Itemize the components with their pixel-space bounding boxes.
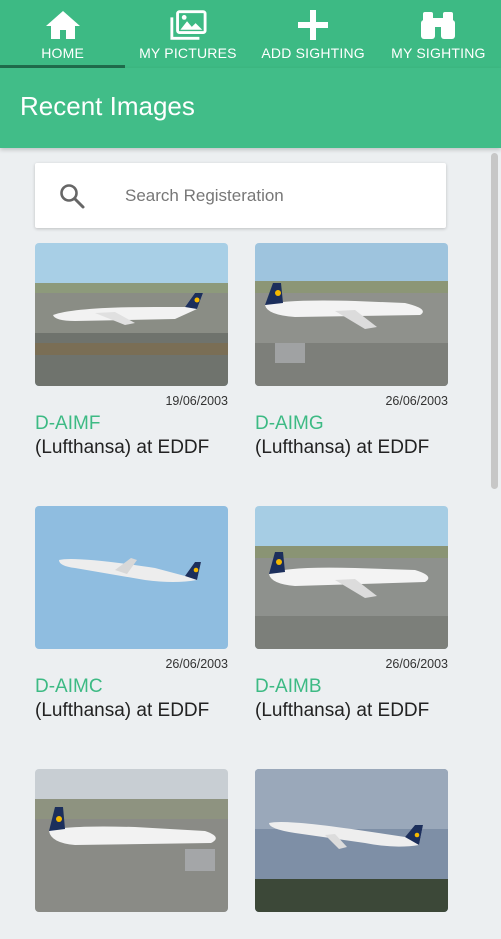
- aircraft-photo[interactable]: [35, 243, 228, 386]
- nav-home[interactable]: HOME: [0, 0, 126, 68]
- aircraft-photo[interactable]: [35, 506, 228, 649]
- registration-link[interactable]: D-AIMB: [255, 676, 448, 698]
- image-description: (Lufthansa) at EDDF: [35, 437, 210, 458]
- image-date: [35, 920, 228, 935]
- nav-my-pictures-label: MY PICTURES: [139, 45, 237, 61]
- image-date: [255, 920, 448, 935]
- nav-my-sighting-label: MY SIGHTING: [391, 45, 486, 61]
- image-date: 26/06/2003: [385, 394, 448, 408]
- page-title: Recent Images: [20, 91, 195, 121]
- title-bar: Recent Images: [0, 68, 501, 148]
- image-card[interactable]: 26/06/2003 D-AIMB (Lufthansa) at EDDF: [255, 506, 448, 723]
- aircraft-photo[interactable]: [255, 506, 448, 649]
- plus-icon: [294, 9, 332, 41]
- registration-link[interactable]: D-AIMG: [255, 413, 448, 435]
- image-date: 19/06/2003: [165, 394, 228, 408]
- aircraft-photo[interactable]: [35, 769, 228, 912]
- aircraft-photo[interactable]: [255, 769, 448, 912]
- home-icon: [44, 9, 82, 41]
- search-icon: [60, 184, 85, 209]
- registration-link[interactable]: D-AIMC: [35, 676, 228, 698]
- nav-home-label: HOME: [41, 45, 85, 61]
- image-description: (Lufthansa) at EDDF: [255, 437, 430, 458]
- nav-add-sighting[interactable]: ADD SIGHTING: [251, 0, 376, 68]
- top-navigation: HOME MY PICTURES ADD SIGHTING MY SIGHTIN…: [0, 0, 501, 68]
- nav-add-sighting-label: ADD SIGHTING: [261, 45, 365, 61]
- image-card[interactable]: [255, 769, 448, 939]
- image-card[interactable]: 19/06/2003 D-AIMF (Lufthansa) at EDDF: [35, 243, 228, 460]
- scrollbar[interactable]: [491, 153, 498, 489]
- image-description: (Lufthansa) at EDDF: [35, 700, 210, 721]
- image-description: (Lufthansa) at EDDF: [255, 700, 430, 721]
- search-bar: [35, 163, 446, 228]
- nav-my-pictures[interactable]: MY PICTURES: [125, 0, 250, 68]
- pictures-icon: [169, 9, 207, 41]
- registration-link[interactable]: D-AIMF: [35, 413, 228, 435]
- image-card[interactable]: 26/06/2003 D-AIMG (Lufthansa) at EDDF: [255, 243, 448, 460]
- image-card[interactable]: 26/06/2003 D-AIMC (Lufthansa) at EDDF: [35, 506, 228, 723]
- binoculars-icon: [419, 9, 457, 41]
- image-date: 26/06/2003: [165, 657, 228, 671]
- aircraft-photo[interactable]: [255, 243, 448, 386]
- search-input[interactable]: [123, 179, 427, 213]
- nav-my-sighting[interactable]: MY SIGHTING: [376, 0, 501, 68]
- image-card[interactable]: [35, 769, 228, 939]
- image-date: 26/06/2003: [385, 657, 448, 671]
